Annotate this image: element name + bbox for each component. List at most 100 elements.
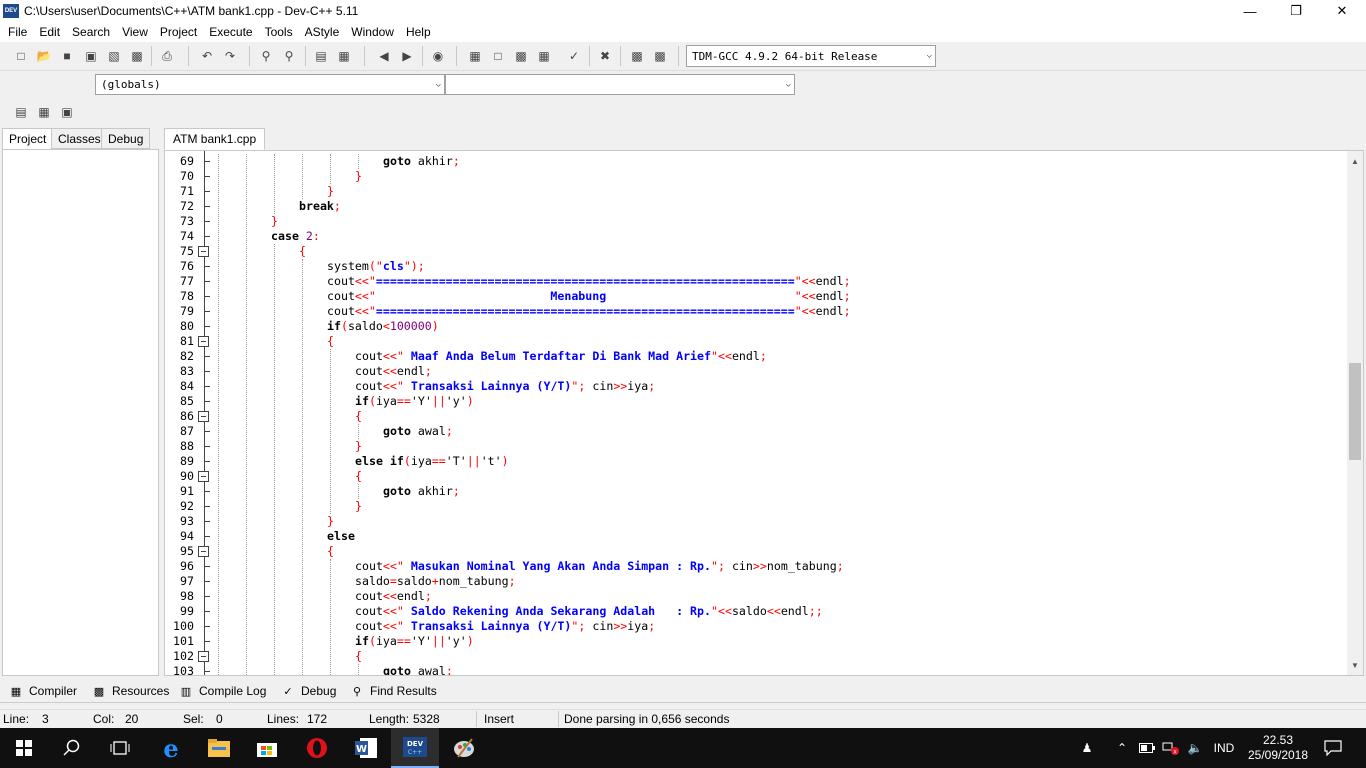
code-line[interactable]: cout<<endl;	[215, 364, 1347, 379]
code-line[interactable]: if(iya=='Y'||'y')	[215, 394, 1347, 409]
menu-window[interactable]: Window	[345, 22, 400, 42]
fold-toggle-icon[interactable]	[198, 246, 209, 257]
tab-debug-output[interactable]: ✓ Debug	[280, 681, 336, 701]
check-syntax-icon[interactable]: ✓	[565, 47, 583, 65]
notifications-icon[interactable]	[1318, 728, 1348, 768]
tab-debug[interactable]: Debug	[101, 128, 150, 149]
save-icon[interactable]: ■	[58, 47, 76, 65]
replace-icon[interactable]: ⚲	[280, 47, 298, 65]
code-line[interactable]: {	[215, 469, 1347, 484]
tab-resources[interactable]: ▩ Resources	[91, 681, 169, 701]
show-hidden-icons-icon[interactable]: ⌃	[1112, 728, 1132, 768]
fold-toggle-icon[interactable]	[198, 411, 209, 422]
tab-compiler[interactable]: ▦ Compiler	[8, 681, 77, 701]
tab-compile-log[interactable]: ▥ Compile Log	[178, 681, 266, 701]
clock[interactable]: 22.53 25/09/2018	[1244, 728, 1312, 768]
menu-tools[interactable]: Tools	[259, 22, 299, 42]
run-icon[interactable]: □	[489, 47, 507, 65]
scrollbar-thumb[interactable]	[1349, 363, 1361, 460]
scroll-down-icon[interactable]: ▼	[1347, 657, 1363, 673]
new-file-icon[interactable]: □	[12, 47, 30, 65]
scope-select[interactable]: (globals) ⌵	[95, 74, 445, 95]
scroll-up-icon[interactable]: ▲	[1347, 153, 1363, 169]
code-line[interactable]: goto akhir;	[215, 154, 1347, 169]
editor-tab-file[interactable]: ATM bank1.cpp	[164, 128, 265, 150]
code-line[interactable]: cout<<"=================================…	[215, 304, 1347, 319]
opera-browser-icon[interactable]	[293, 728, 341, 768]
menu-project[interactable]: Project	[154, 22, 203, 42]
tab-classes[interactable]: Classes	[51, 128, 108, 149]
toggle-bookmark-icon[interactable]: ▦	[335, 47, 353, 65]
code-line[interactable]: }	[215, 514, 1347, 529]
profile-icon[interactable]: ▩	[628, 47, 646, 65]
menu-view[interactable]: View	[116, 22, 154, 42]
code-line[interactable]: {	[215, 649, 1347, 664]
code-line[interactable]: cout<<" Saldo Rekening Anda Sekarang Ada…	[215, 604, 1347, 619]
code-line[interactable]: if(iya=='Y'||'y')	[215, 634, 1347, 649]
code-line[interactable]: break;	[215, 199, 1347, 214]
open-file-icon[interactable]: 📂	[35, 47, 53, 65]
code-line[interactable]: cout<<"=================================…	[215, 274, 1347, 289]
code-line[interactable]: else	[215, 529, 1347, 544]
stop-execution-icon[interactable]: ✖	[596, 47, 614, 65]
undo-icon[interactable]: ↶	[198, 47, 216, 65]
find-icon[interactable]: ⚲	[257, 47, 275, 65]
menu-astyle[interactable]: AStyle	[299, 22, 346, 42]
maximize-button[interactable]: ❐	[1273, 0, 1319, 22]
code-line[interactable]: saldo=saldo+nom_tabung;	[215, 574, 1347, 589]
code-line[interactable]: goto awal;	[215, 424, 1347, 439]
compile-icon[interactable]: ▦	[466, 47, 484, 65]
rebuild-all-icon[interactable]: ▦	[535, 47, 553, 65]
menu-edit[interactable]: Edit	[33, 22, 66, 42]
menu-execute[interactable]: Execute	[203, 22, 258, 42]
code-line[interactable]: {	[215, 409, 1347, 424]
code-line[interactable]: if(saldo<100000)	[215, 319, 1347, 334]
code-line[interactable]: system("cls");	[215, 259, 1347, 274]
code-line[interactable]: cout<<" Maaf Anda Belum Terdaftar Di Ban…	[215, 349, 1347, 364]
goto-line-icon[interactable]: ▤	[312, 47, 330, 65]
code-area[interactable]: goto akhir;}}break;}case 2:{system("cls"…	[215, 151, 1347, 675]
save-all-icon[interactable]: ▣	[82, 47, 100, 65]
network-disconnected-icon[interactable]: x	[1160, 728, 1182, 768]
code-line[interactable]: cout<<endl;	[215, 589, 1347, 604]
fold-toggle-icon[interactable]	[198, 471, 209, 482]
fold-toggle-icon[interactable]	[198, 336, 209, 347]
close-file-icon[interactable]: ▧	[105, 47, 123, 65]
code-line[interactable]: cout<<" Transaksi Lainnya (Y/T)"; cin>>i…	[215, 379, 1347, 394]
indent-icon[interactable]: ▶	[398, 47, 416, 65]
fold-toggle-icon[interactable]	[198, 546, 209, 557]
paint-icon[interactable]	[440, 728, 488, 768]
people-icon[interactable]: ♟	[1076, 728, 1098, 768]
delete-profile-icon[interactable]: ▩	[651, 47, 669, 65]
redo-icon[interactable]: ↷	[221, 47, 239, 65]
remove-from-project-icon[interactable]: ▣	[58, 103, 76, 121]
code-line[interactable]: {	[215, 244, 1347, 259]
menu-file[interactable]: File	[2, 22, 33, 42]
menu-search[interactable]: Search	[66, 22, 116, 42]
task-view-icon[interactable]	[96, 728, 144, 768]
new-project-icon[interactable]: ▤	[12, 103, 30, 121]
minimize-button[interactable]: —	[1227, 0, 1273, 22]
code-line[interactable]: {	[215, 334, 1347, 349]
vertical-scrollbar[interactable]: ▲ ▼	[1347, 151, 1363, 675]
add-to-project-icon[interactable]: ▦	[35, 103, 53, 121]
close-button[interactable]: ✕	[1319, 0, 1365, 22]
menu-help[interactable]: Help	[400, 22, 437, 42]
code-line[interactable]: }	[215, 169, 1347, 184]
volume-icon[interactable]: 🔈	[1184, 728, 1206, 768]
tab-project[interactable]: Project	[2, 128, 53, 150]
compile-run-icon[interactable]: ▩	[512, 47, 530, 65]
code-line[interactable]: else if(iya=='T'||'t')	[215, 454, 1347, 469]
function-select[interactable]: ⌵	[445, 74, 795, 95]
battery-icon[interactable]	[1137, 728, 1157, 768]
search-icon[interactable]	[48, 728, 96, 768]
code-line[interactable]: }	[215, 184, 1347, 199]
code-line[interactable]: case 2:	[215, 229, 1347, 244]
code-line[interactable]: }	[215, 439, 1347, 454]
code-line[interactable]: cout<<" Transaksi Lainnya (Y/T)"; cin>>i…	[215, 619, 1347, 634]
devcpp-taskbar-icon[interactable]: DEVC++	[391, 728, 439, 768]
store-icon[interactable]	[243, 728, 291, 768]
print-icon[interactable]: ⎙	[158, 47, 176, 65]
edge-browser-icon[interactable]: e	[147, 728, 195, 768]
code-line[interactable]: cout<<" Masukan Nominal Yang Akan Anda S…	[215, 559, 1347, 574]
